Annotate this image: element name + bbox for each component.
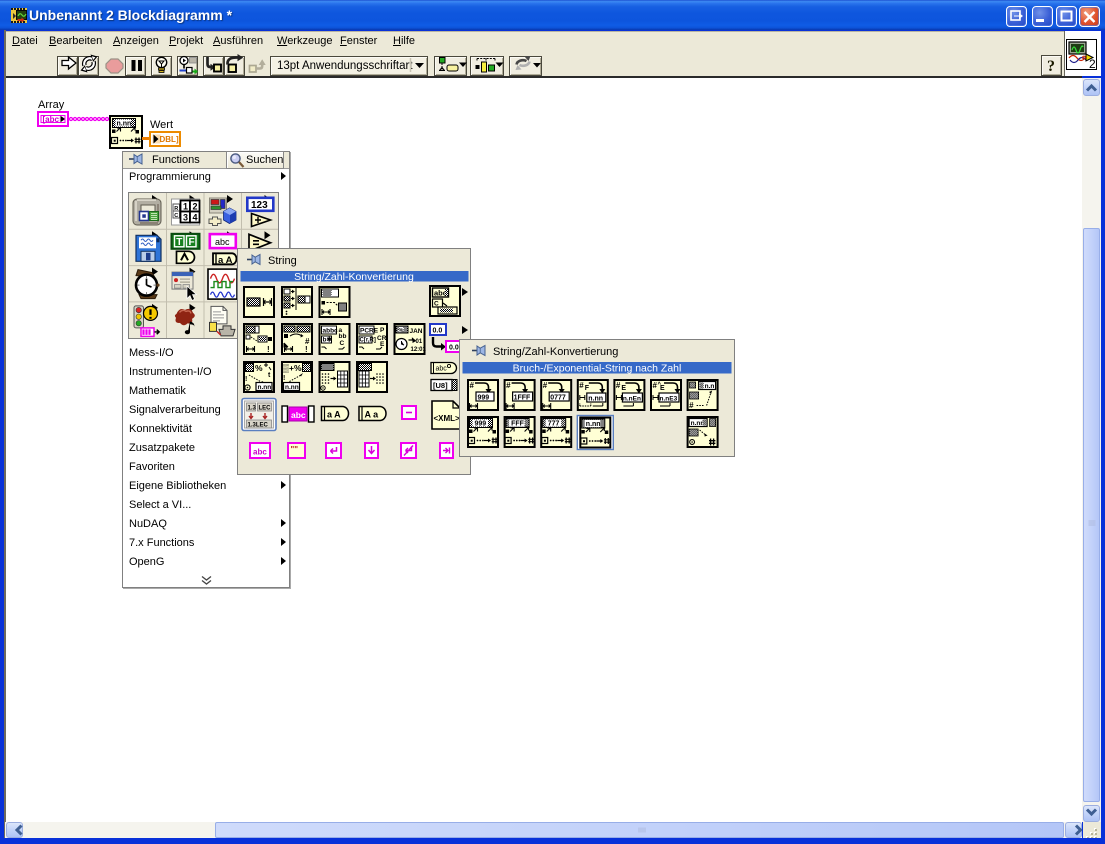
svg-text:12:01: 12:01 bbox=[411, 347, 427, 353]
svg-text:C: C bbox=[340, 340, 345, 347]
svg-text:Bruch-/Exponential-String nach: Bruch-/Exponential-String nach Zahl bbox=[513, 363, 682, 375]
svg-text:E: E bbox=[621, 385, 626, 392]
svg-text:0.0: 0.0 bbox=[449, 345, 459, 352]
svg-text:JAN: JAN bbox=[410, 328, 423, 335]
svg-text:C: C bbox=[174, 213, 178, 219]
svg-text:String/Zahl-Konvertierung: String/Zahl-Konvertierung bbox=[294, 271, 414, 283]
svg-text:"": "" bbox=[291, 445, 299, 454]
svg-text:n.nn: n.nn bbox=[285, 384, 299, 391]
svg-text:▒+%: ▒+% bbox=[283, 363, 302, 373]
svg-text:FFF: FFF bbox=[511, 421, 525, 428]
svg-text:n.nn: n.nn bbox=[588, 396, 603, 403]
svg-text:abc: abc bbox=[436, 366, 448, 373]
svg-text:abc: abc bbox=[253, 448, 267, 457]
svg-text:2: 2 bbox=[193, 202, 198, 212]
svg-text:1: 1 bbox=[183, 202, 188, 212]
svg-text:abbc: abbc bbox=[323, 328, 339, 335]
svg-text:abc: abc bbox=[215, 237, 230, 247]
svg-text:1FFF: 1FFF bbox=[514, 395, 531, 402]
svg-text:a A: a A bbox=[218, 255, 233, 266]
svg-text:F: F bbox=[189, 237, 195, 248]
svg-text:n.nn: n.nn bbox=[691, 420, 705, 427]
svg-text:String: String bbox=[268, 255, 297, 267]
svg-text:<XML>: <XML> bbox=[434, 414, 461, 423]
svg-text:n.nn: n.nn bbox=[586, 421, 601, 428]
svg-text:%: % bbox=[399, 328, 404, 334]
svg-text:n.nn: n.nn bbox=[258, 384, 272, 391]
svg-text:[U8]: [U8] bbox=[433, 381, 448, 390]
svg-text:bb: bb bbox=[339, 333, 347, 340]
svg-text:abc: abc bbox=[434, 289, 447, 298]
svg-text:1.3LEC: 1.3LEC bbox=[248, 423, 269, 429]
svg-text:[abc: [abc bbox=[43, 115, 60, 124]
svg-text:#: # bbox=[506, 381, 511, 390]
svg-text:abc: abc bbox=[291, 410, 306, 420]
svg-text:777: 777 bbox=[548, 421, 560, 428]
svg-text:n.nEn: n.nEn bbox=[623, 396, 641, 403]
svg-text:P: P bbox=[380, 327, 385, 334]
svg-text:n.nn: n.nn bbox=[117, 121, 132, 128]
svg-text:!: ! bbox=[305, 345, 308, 354]
svg-text:LEC: LEC bbox=[259, 406, 272, 412]
svg-text:PCRE: PCRE bbox=[360, 328, 379, 335]
svg-text:#: # bbox=[579, 381, 584, 390]
svg-text:999: 999 bbox=[478, 395, 490, 402]
svg-text:n.n: n.n bbox=[705, 383, 715, 390]
svg-text:0777: 0777 bbox=[550, 395, 566, 402]
svg-text:0.0: 0.0 bbox=[433, 328, 443, 335]
svg-text:!: ! bbox=[267, 345, 270, 354]
svg-text:T: T bbox=[176, 237, 182, 248]
svg-text:01: 01 bbox=[416, 339, 423, 345]
svg-text:%: % bbox=[255, 363, 263, 373]
svg-text:#: # bbox=[470, 381, 475, 390]
svg-text:999: 999 bbox=[475, 421, 487, 428]
svg-text:1.3: 1.3 bbox=[248, 406, 257, 412]
svg-text:#: # bbox=[543, 381, 548, 390]
svg-text:DBL]: DBL] bbox=[160, 135, 179, 144]
svg-text:123: 123 bbox=[251, 200, 268, 211]
svg-text:!: ! bbox=[283, 375, 285, 382]
svg-text:F: F bbox=[585, 385, 590, 392]
svg-text:?: ? bbox=[1047, 58, 1055, 75]
svg-text:4: 4 bbox=[193, 213, 198, 223]
svg-text:String/Zahl-Konvertierung: String/Zahl-Konvertierung bbox=[493, 346, 618, 358]
svg-text:E: E bbox=[660, 385, 665, 392]
svg-text:3: 3 bbox=[183, 213, 188, 223]
svg-text:n.nE3: n.nE3 bbox=[660, 396, 678, 403]
svg-text:R: R bbox=[174, 206, 178, 212]
svg-text:b✱: b✱ bbox=[323, 336, 333, 344]
svg-text:#: # bbox=[689, 401, 694, 410]
svg-text:a A: a A bbox=[327, 410, 341, 420]
svg-text:2: 2 bbox=[1089, 57, 1096, 70]
svg-text:E: E bbox=[380, 341, 385, 348]
svg-text:#: # bbox=[616, 381, 621, 390]
svg-text:C[r,R]: C[r,R] bbox=[360, 338, 376, 344]
svg-text:A a: A a bbox=[365, 410, 380, 420]
svg-text:!: ! bbox=[245, 376, 247, 383]
